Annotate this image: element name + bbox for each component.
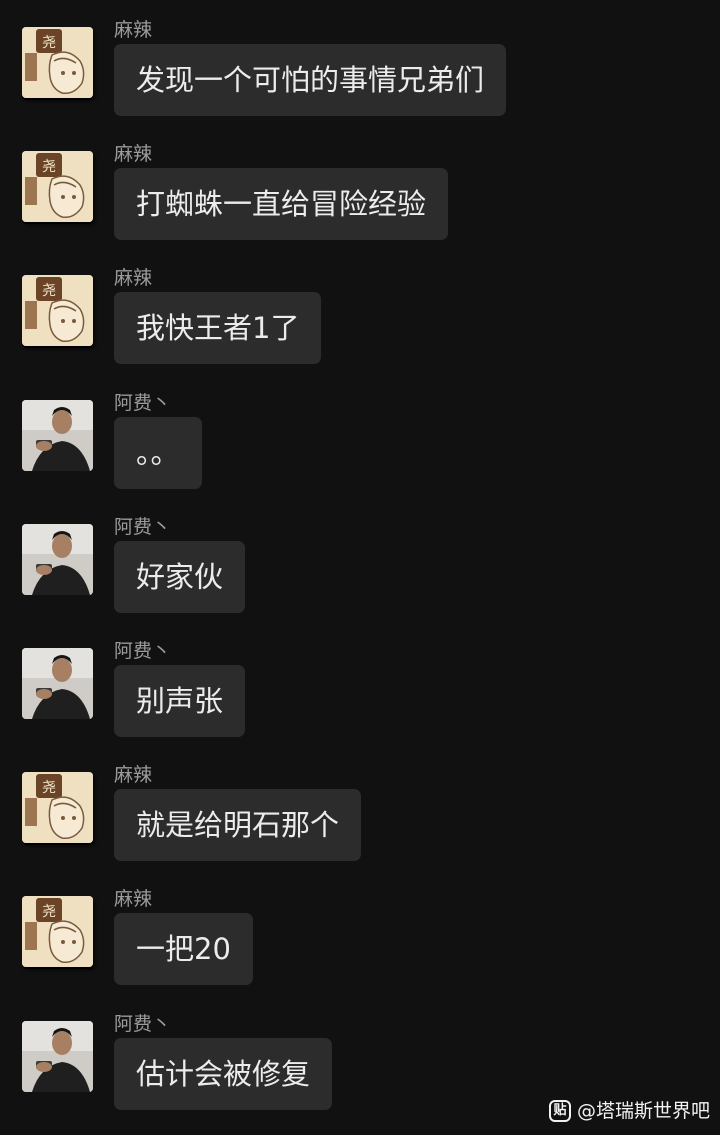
sender-name: 麻辣	[114, 764, 153, 786]
message-bubble[interactable]: 一把20	[114, 913, 253, 985]
message-bubble[interactable]: 就是给明石那个	[114, 789, 362, 861]
chat-message: 阿费丶 。。	[0, 392, 720, 524]
tieba-logo-icon: 贴	[548, 1100, 571, 1122]
svg-text:尧: 尧	[42, 35, 56, 51]
sender-name: 阿费丶	[114, 640, 172, 662]
message-bubble[interactable]: 别声张	[114, 665, 246, 737]
sender-name: 阿费丶	[114, 1013, 172, 1035]
sender-name: 麻辣	[114, 888, 153, 910]
svg-text:尧: 尧	[42, 159, 56, 175]
watermark-text: @塔瑞斯世界吧	[576, 1100, 710, 1122]
sender-name: 麻辣	[114, 19, 153, 41]
man-photo-avatar[interactable]	[22, 524, 93, 595]
chat-message: 阿费丶 别声张	[0, 640, 720, 772]
chat-message: 尧 麻辣 我快王者1了	[0, 267, 720, 399]
chat-message: 阿费丶 好家伙	[0, 516, 720, 648]
anime-girl-avatar[interactable]: 尧	[22, 772, 93, 843]
man-photo-avatar[interactable]	[22, 648, 93, 719]
message-bubble[interactable]: 我快王者1了	[114, 292, 322, 364]
anime-girl-avatar[interactable]: 尧	[22, 27, 93, 98]
message-bubble[interactable]: 。。	[114, 417, 202, 489]
man-photo-avatar[interactable]	[22, 1021, 93, 1092]
sender-name: 阿费丶	[114, 392, 172, 414]
sender-name: 麻辣	[114, 267, 153, 289]
sender-name: 麻辣	[114, 143, 153, 165]
chat-message: 尧 麻辣 发现一个可怕的事情兄弟们	[0, 19, 720, 151]
anime-girl-avatar[interactable]: 尧	[22, 275, 93, 346]
svg-text:尧: 尧	[42, 780, 56, 796]
message-bubble[interactable]: 发现一个可怕的事情兄弟们	[114, 44, 507, 116]
chat-message: 尧 麻辣 打蜘蛛一直给冒险经验	[0, 143, 720, 275]
chat-message: 尧 麻辣 就是给明石那个	[0, 764, 720, 896]
svg-text:尧: 尧	[42, 283, 56, 299]
anime-girl-avatar[interactable]: 尧	[22, 896, 93, 967]
svg-text:尧: 尧	[42, 904, 56, 920]
chat-message: 尧 麻辣 一把20	[0, 888, 720, 1020]
anime-girl-avatar[interactable]: 尧	[22, 151, 93, 222]
chat-screen: 尧 麻辣 发现一个可怕的事情兄弟们 尧 麻辣 打蜘蛛一直给冒险经验 尧 麻辣 我…	[0, 0, 720, 1135]
sender-name: 阿费丶	[114, 516, 172, 538]
man-photo-avatar[interactable]	[22, 400, 93, 471]
message-bubble[interactable]: 估计会被修复	[114, 1038, 333, 1110]
message-bubble[interactable]: 打蜘蛛一直给冒险经验	[114, 168, 449, 240]
message-bubble[interactable]: 好家伙	[114, 541, 246, 613]
tieba-watermark: 贴 @塔瑞斯世界吧	[548, 1097, 710, 1125]
